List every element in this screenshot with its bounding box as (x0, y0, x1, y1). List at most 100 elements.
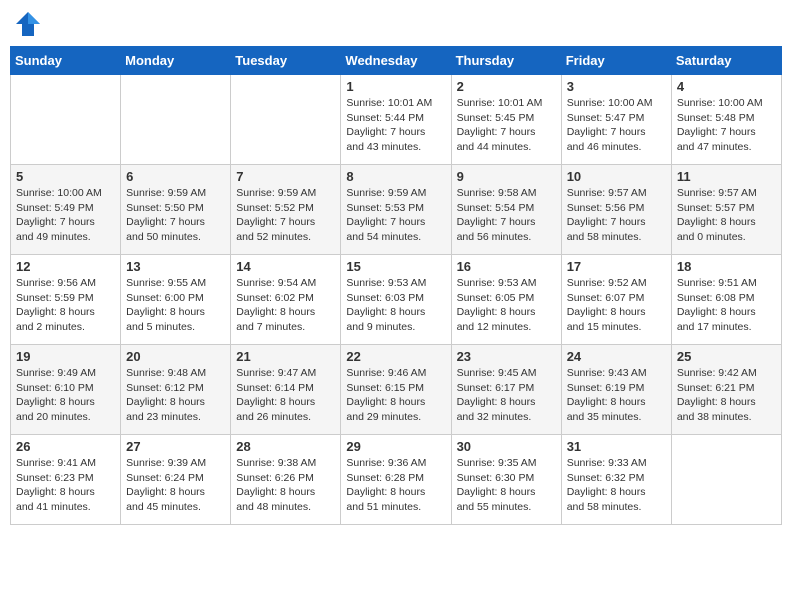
day-info: Sunrise: 10:00 AM Sunset: 5:48 PM Daylig… (677, 96, 776, 155)
day-info: Sunrise: 9:52 AM Sunset: 6:07 PM Dayligh… (567, 276, 666, 335)
week-row-1: 1 Sunrise: 10:01 AM Sunset: 5:44 PM Dayli… (11, 75, 782, 165)
calendar-cell: 11Sunrise: 9:57 AM Sunset: 5:57 PM Dayli… (671, 165, 781, 255)
day-number: 12 (16, 259, 115, 274)
day-info: Sunrise: 10:00 AM Sunset: 5:47 PM Daylig… (567, 96, 666, 155)
calendar-cell: 14 Sunrise: 9:54 AM Sunset: 6:02 PM Dayli… (231, 255, 341, 345)
calendar-cell (11, 75, 121, 165)
calendar-cell: 29 Sunrise: 9:36 AM Sunset: 6:28 PM Dayli… (341, 435, 451, 525)
day-number: 2 (457, 79, 556, 94)
day-header-monday: Monday (121, 47, 231, 75)
calendar-cell: 3 Sunrise: 10:00 AM Sunset: 5:47 PM Dayli… (561, 75, 671, 165)
day-info: Sunrise: 10:01 AM Sunset: 5:45 PM Daylig… (457, 96, 556, 155)
calendar-cell: 24 Sunrise: 9:43 AM Sunset: 6:19 PM Dayli… (561, 345, 671, 435)
calendar-cell: 25Sunrise: 9:42 AM Sunset: 6:21 PM Dayli… (671, 345, 781, 435)
day-header-thursday: Thursday (451, 47, 561, 75)
day-number: 24 (567, 349, 666, 364)
day-header-wednesday: Wednesday (341, 47, 451, 75)
day-info: Sunrise: 9:58 AM Sunset: 5:54 PM Dayligh… (457, 186, 556, 245)
day-info: Sunrise: 10:00 AM Sunset: 5:49 PM Daylig… (16, 186, 115, 245)
day-number: 31 (567, 439, 666, 454)
day-number: 23 (457, 349, 556, 364)
calendar-cell: 7 Sunrise: 9:59 AM Sunset: 5:52 PM Daylig… (231, 165, 341, 255)
calendar-cell: 4 Sunrise: 10:00 AM Sunset: 5:48 PM Dayli… (671, 75, 781, 165)
day-info: Sunrise: 9:55 AM Sunset: 6:00 PM Dayligh… (126, 276, 225, 335)
logo-icon (14, 10, 42, 38)
day-info: Sunrise: 9:42 AM Sunset: 6:21 PM Dayligh… (677, 366, 776, 425)
calendar-cell: 18 Sunrise: 9:51 AM Sunset: 6:08 PM Dayli… (671, 255, 781, 345)
calendar-cell: 20Sunrise: 9:48 AM Sunset: 6:12 PM Dayli… (121, 345, 231, 435)
calendar-cell (231, 75, 341, 165)
day-info: Sunrise: 9:39 AM Sunset: 6:24 PM Dayligh… (126, 456, 225, 515)
day-info: Sunrise: 9:38 AM Sunset: 6:26 PM Dayligh… (236, 456, 335, 515)
day-number: 29 (346, 439, 445, 454)
day-number: 19 (16, 349, 115, 364)
calendar-cell: 17 Sunrise: 9:52 AM Sunset: 6:07 PM Dayli… (561, 255, 671, 345)
day-info: Sunrise: 9:49 AM Sunset: 6:10 PM Dayligh… (16, 366, 115, 425)
calendar-cell: 21Sunrise: 9:47 AM Sunset: 6:14 PM Dayli… (231, 345, 341, 435)
week-row-3: 12 Sunrise: 9:56 AM Sunset: 5:59 PM Dayli… (11, 255, 782, 345)
day-number: 20 (126, 349, 225, 364)
day-number: 3 (567, 79, 666, 94)
calendar-cell: 12 Sunrise: 9:56 AM Sunset: 5:59 PM Dayli… (11, 255, 121, 345)
day-number: 7 (236, 169, 335, 184)
day-info: Sunrise: 9:54 AM Sunset: 6:02 PM Dayligh… (236, 276, 335, 335)
calendar-cell: 16 Sunrise: 9:53 AM Sunset: 6:05 PM Dayli… (451, 255, 561, 345)
calendar-cell: 15 Sunrise: 9:53 AM Sunset: 6:03 PM Dayli… (341, 255, 451, 345)
page-header (10, 10, 782, 38)
calendar-cell: 5 Sunrise: 10:00 AM Sunset: 5:49 PM Dayli… (11, 165, 121, 255)
day-header-saturday: Saturday (671, 47, 781, 75)
calendar-table: SundayMondayTuesdayWednesdayThursdayFrid… (10, 46, 782, 525)
day-number: 9 (457, 169, 556, 184)
calendar-cell (671, 435, 781, 525)
calendar-cell (121, 75, 231, 165)
calendar-cell: 8Sunrise: 9:59 AM Sunset: 5:53 PM Daylig… (341, 165, 451, 255)
day-info: Sunrise: 10:01 AM Sunset: 5:44 PM Daylig… (346, 96, 445, 155)
day-info: Sunrise: 9:51 AM Sunset: 6:08 PM Dayligh… (677, 276, 776, 335)
day-info: Sunrise: 9:36 AM Sunset: 6:28 PM Dayligh… (346, 456, 445, 515)
day-header-tuesday: Tuesday (231, 47, 341, 75)
calendar-cell: 2 Sunrise: 10:01 AM Sunset: 5:45 PM Dayli… (451, 75, 561, 165)
calendar-cell: 30Sunrise: 9:35 AM Sunset: 6:30 PM Dayli… (451, 435, 561, 525)
header-row: SundayMondayTuesdayWednesdayThursdayFrid… (11, 47, 782, 75)
day-number: 1 (346, 79, 445, 94)
day-info: Sunrise: 9:45 AM Sunset: 6:17 PM Dayligh… (457, 366, 556, 425)
day-info: Sunrise: 9:59 AM Sunset: 5:52 PM Dayligh… (236, 186, 335, 245)
calendar-cell: 23 Sunrise: 9:45 AM Sunset: 6:17 PM Dayli… (451, 345, 561, 435)
day-number: 26 (16, 439, 115, 454)
week-row-5: 26 Sunrise: 9:41 AM Sunset: 6:23 PM Dayli… (11, 435, 782, 525)
calendar-cell: 28 Sunrise: 9:38 AM Sunset: 6:26 PM Dayli… (231, 435, 341, 525)
day-number: 5 (16, 169, 115, 184)
day-info: Sunrise: 9:41 AM Sunset: 6:23 PM Dayligh… (16, 456, 115, 515)
calendar-cell: 13Sunrise: 9:55 AM Sunset: 6:00 PM Dayli… (121, 255, 231, 345)
week-row-2: 5 Sunrise: 10:00 AM Sunset: 5:49 PM Dayli… (11, 165, 782, 255)
calendar-cell: 27 Sunrise: 9:39 AM Sunset: 6:24 PM Dayli… (121, 435, 231, 525)
day-number: 4 (677, 79, 776, 94)
calendar-cell: 1 Sunrise: 10:01 AM Sunset: 5:44 PM Dayli… (341, 75, 451, 165)
day-number: 18 (677, 259, 776, 274)
logo (14, 10, 46, 38)
day-number: 28 (236, 439, 335, 454)
day-info: Sunrise: 9:56 AM Sunset: 5:59 PM Dayligh… (16, 276, 115, 335)
day-header-friday: Friday (561, 47, 671, 75)
day-info: Sunrise: 9:47 AM Sunset: 6:14 PM Dayligh… (236, 366, 335, 425)
day-info: Sunrise: 9:53 AM Sunset: 6:05 PM Dayligh… (457, 276, 556, 335)
calendar-cell: 26 Sunrise: 9:41 AM Sunset: 6:23 PM Dayli… (11, 435, 121, 525)
day-info: Sunrise: 9:59 AM Sunset: 5:53 PM Dayligh… (346, 186, 445, 245)
calendar-cell: 31 Sunrise: 9:33 AM Sunset: 6:32 PM Dayli… (561, 435, 671, 525)
day-number: 15 (346, 259, 445, 274)
day-number: 17 (567, 259, 666, 274)
day-info: Sunrise: 9:43 AM Sunset: 6:19 PM Dayligh… (567, 366, 666, 425)
day-info: Sunrise: 9:53 AM Sunset: 6:03 PM Dayligh… (346, 276, 445, 335)
day-info: Sunrise: 9:57 AM Sunset: 5:56 PM Dayligh… (567, 186, 666, 245)
day-number: 14 (236, 259, 335, 274)
calendar-cell: 9 Sunrise: 9:58 AM Sunset: 5:54 PM Daylig… (451, 165, 561, 255)
day-number: 27 (126, 439, 225, 454)
day-info: Sunrise: 9:59 AM Sunset: 5:50 PM Dayligh… (126, 186, 225, 245)
day-info: Sunrise: 9:46 AM Sunset: 6:15 PM Dayligh… (346, 366, 445, 425)
day-info: Sunrise: 9:33 AM Sunset: 6:32 PM Dayligh… (567, 456, 666, 515)
day-number: 6 (126, 169, 225, 184)
day-number: 16 (457, 259, 556, 274)
calendar-cell: 19 Sunrise: 9:49 AM Sunset: 6:10 PM Dayli… (11, 345, 121, 435)
day-header-sunday: Sunday (11, 47, 121, 75)
calendar-cell: 10Sunrise: 9:57 AM Sunset: 5:56 PM Dayli… (561, 165, 671, 255)
